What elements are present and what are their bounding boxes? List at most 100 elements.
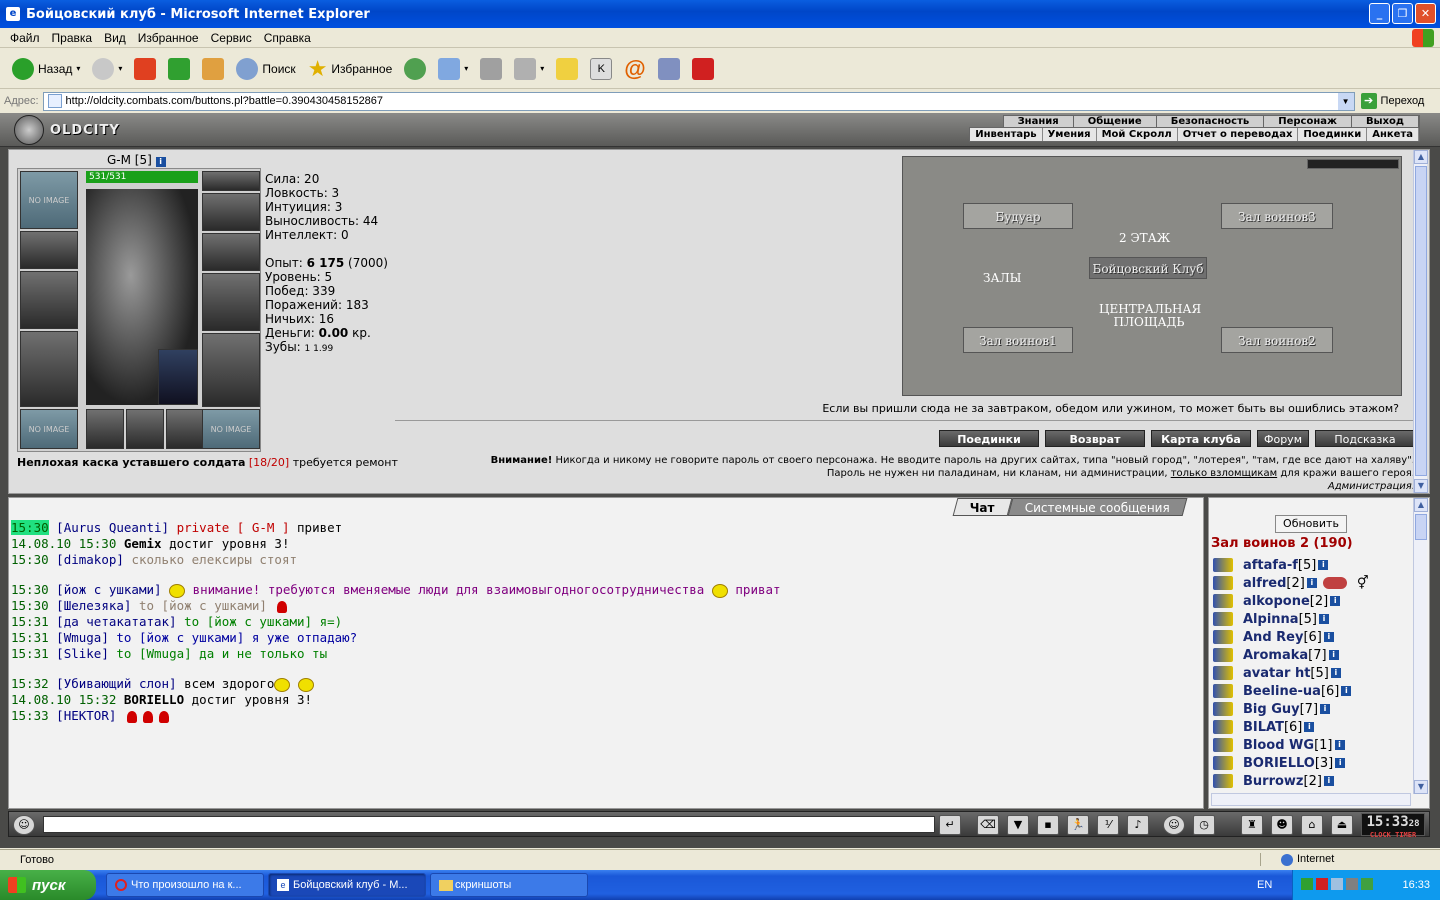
chat-nick[interactable]: [йож с ушками] — [56, 582, 161, 597]
tab-system[interactable]: Системные сообщения — [1007, 498, 1188, 516]
eraser-icon[interactable]: ⌫ — [977, 815, 999, 835]
gloves-slot[interactable] — [202, 233, 260, 271]
chat-time[interactable]: 15:30 — [11, 520, 49, 535]
subnav-inventory[interactable]: Инвентарь — [970, 128, 1043, 141]
user-name[interactable]: avatar ht — [1243, 666, 1310, 681]
start-button[interactable]: пуск — [0, 870, 96, 900]
helmet-slot[interactable]: NO IMAGE — [20, 171, 78, 229]
ring-slot-2[interactable] — [126, 409, 164, 449]
tab-chat[interactable]: Чат — [952, 498, 1013, 516]
chat-nick[interactable]: [Wmuga] — [56, 630, 109, 645]
user-row[interactable]: BORIELLO [3] i — [1213, 754, 1413, 772]
chat-time[interactable]: 15:33 — [11, 708, 49, 723]
language-indicator[interactable]: EN — [1257, 879, 1272, 891]
map-room-boudoir[interactable]: Будуар — [963, 203, 1073, 229]
nav-communication[interactable]: Общение — [1074, 116, 1157, 127]
user-row[interactable]: BILAT [6] i — [1213, 718, 1413, 736]
speed-icon[interactable]: ◷ — [1193, 815, 1215, 835]
weapon-slot[interactable] — [20, 271, 78, 329]
info-icon[interactable]: i — [1318, 614, 1329, 624]
user-row[interactable]: avatar ht [5] i — [1213, 664, 1413, 682]
user-row[interactable]: aftafa-f [5] i — [1213, 556, 1413, 574]
menu-view[interactable]: Вид — [98, 31, 132, 45]
earring-slot[interactable] — [202, 171, 260, 191]
info-icon[interactable]: i — [1320, 704, 1331, 714]
tray-update-icon[interactable] — [1361, 878, 1373, 890]
user-row[interactable]: Burrowz [2] i — [1213, 772, 1413, 790]
info-icon[interactable]: i — [1304, 722, 1315, 732]
home-button[interactable] — [198, 54, 228, 84]
map-room-hall1[interactable]: Зал воинов1 — [963, 327, 1073, 353]
info-icon[interactable]: i — [1330, 596, 1341, 606]
menu-help[interactable]: Справка — [258, 31, 317, 45]
chat-nick[interactable]: [HEKTOR] — [56, 708, 116, 723]
refresh-button[interactable] — [164, 54, 194, 84]
user-row[interactable]: Aromaka [7] i — [1213, 646, 1413, 664]
back-button[interactable]: Назад ▾ — [8, 54, 84, 84]
task-folder[interactable]: скриншоты — [430, 873, 588, 897]
amulet-slot[interactable] — [202, 193, 260, 231]
nav-exit[interactable]: Выход — [1352, 116, 1419, 127]
user-name[interactable]: And Rey — [1243, 630, 1303, 645]
print-button[interactable] — [476, 54, 506, 84]
chat-time[interactable]: 15:31 — [11, 646, 49, 661]
chat-nick[interactable]: [Aurus Queanti] — [56, 520, 169, 535]
tray-h-icon[interactable] — [1301, 878, 1313, 890]
info-icon[interactable]: i — [1335, 758, 1346, 768]
scroll-thumb[interactable] — [1415, 166, 1427, 476]
search-button[interactable]: Поиск — [232, 54, 299, 84]
chat-time[interactable]: 15:30 — [11, 598, 49, 613]
scroll-thumb[interactable] — [1415, 514, 1427, 540]
user-row[interactable]: And Rey [6] i — [1213, 628, 1413, 646]
shield-slot[interactable] — [202, 273, 260, 331]
map-room-fightclub[interactable]: Бойцовский Клуб — [1089, 257, 1207, 279]
user-name[interactable]: Blood WG — [1243, 738, 1314, 753]
info-icon[interactable]: i — [1318, 560, 1329, 570]
user-row[interactable]: alkopone [2] i — [1213, 592, 1413, 610]
bag-icon[interactable]: ♜ — [1241, 815, 1263, 835]
notes-button[interactable] — [552, 54, 582, 84]
user-row[interactable]: Big Guy [7] i — [1213, 700, 1413, 718]
armor-slot[interactable] — [20, 331, 78, 407]
sound-icon[interactable]: ♪ — [1127, 815, 1149, 835]
tray-k-icon[interactable] — [1316, 878, 1328, 890]
boots-slot[interactable] — [202, 333, 260, 407]
nav-knowledge[interactable]: Знания — [1004, 116, 1074, 127]
warning-link[interactable]: только взломщикам — [1171, 468, 1277, 479]
refresh-list-button[interactable]: Обновить — [1275, 515, 1347, 533]
exit-icon[interactable]: ⏏ — [1331, 815, 1353, 835]
user-name[interactable]: BILAT — [1243, 720, 1284, 735]
address-dropdown-icon[interactable]: ▼ — [1337, 92, 1354, 110]
tray-network-icon[interactable] — [1331, 878, 1343, 890]
subnav-scroll[interactable]: Мой Скролл — [1097, 128, 1178, 141]
stop-button[interactable] — [130, 54, 160, 84]
map-room-hall2[interactable]: Зал воинов2 — [1221, 327, 1333, 353]
main-scrollbar[interactable]: ▲ ▼ — [1413, 150, 1428, 493]
user-name[interactable]: alkopone — [1243, 594, 1310, 609]
scroll-up-icon[interactable]: ▲ — [1414, 150, 1428, 164]
menu-tools[interactable]: Сервис — [205, 31, 258, 45]
maximize-button[interactable]: ❐ — [1392, 3, 1413, 24]
info-icon[interactable]: i — [155, 157, 166, 167]
belt-slot[interactable]: NO IMAGE — [20, 409, 78, 449]
user-name[interactable]: Alpinna — [1243, 612, 1299, 627]
map-central-square[interactable]: ЦЕНТРАЛЬНАЯ ПЛОЩАДЬ — [1099, 303, 1201, 329]
user-row[interactable]: Blood WG [1] i — [1213, 736, 1413, 754]
close-button[interactable]: ✕ — [1415, 3, 1436, 24]
chat-nick[interactable]: [Slike] — [56, 646, 109, 661]
info-icon[interactable]: i — [1341, 686, 1352, 696]
menu-file[interactable]: Файл — [4, 31, 46, 45]
scroll-down-icon[interactable]: ▼ — [1414, 479, 1428, 493]
info-icon[interactable]: i — [1323, 776, 1334, 786]
chat-nick[interactable]: Gemix — [124, 536, 162, 551]
minimize-button[interactable]: _ — [1369, 3, 1390, 24]
user-name[interactable]: aftafa-f — [1243, 558, 1298, 573]
chat-nick[interactable]: [dimakop] — [56, 552, 124, 567]
user-name[interactable]: Beeline-ua — [1243, 684, 1321, 699]
user-row[interactable]: alfred [2] i ⚥ — [1213, 574, 1413, 592]
info-icon[interactable]: i — [1334, 740, 1345, 750]
mail-button[interactable]: ▾ — [434, 54, 472, 84]
save-icon[interactable]: ▪ — [1037, 815, 1059, 835]
nav-security[interactable]: Безопасность — [1157, 116, 1265, 127]
translit-icon[interactable]: ⅟ — [1097, 815, 1119, 835]
